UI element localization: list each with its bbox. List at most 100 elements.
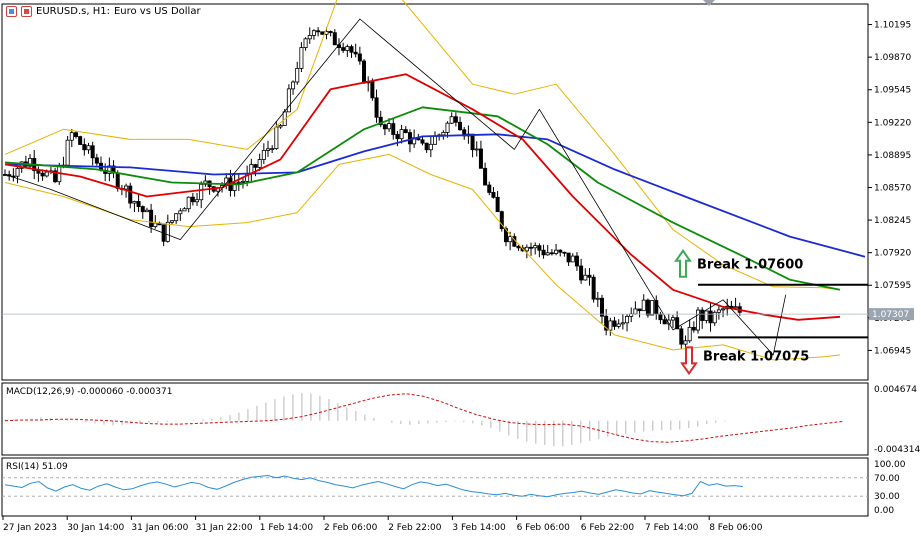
candle-body: [257, 159, 262, 168]
macd-signal-line: [4, 393, 844, 443]
candle-body: [687, 326, 692, 342]
candle-body: [474, 148, 479, 151]
candle-body: [533, 245, 538, 249]
candle-body: [332, 32, 337, 46]
candle-body: [261, 149, 266, 160]
candle-body: [328, 31, 333, 34]
candle-body: [291, 81, 296, 90]
candle-body: [670, 317, 675, 321]
time-tick-label: 31 Jan 22:00: [196, 523, 253, 533]
time-tick-label: 6 Feb 06:00: [517, 523, 571, 533]
candle-body: [516, 245, 521, 249]
macd-axis-label: 0.004674: [874, 385, 917, 395]
candle-body: [195, 199, 200, 203]
candle-body: [574, 255, 579, 267]
candle-body: [562, 251, 567, 254]
candle-body: [73, 132, 78, 137]
time-tick-label: 7 Feb 14:00: [645, 523, 699, 533]
candle-body: [579, 265, 584, 281]
time-tick-label: 3 Feb 14:00: [452, 523, 506, 533]
candle-body: [595, 297, 600, 300]
candle-body: [395, 134, 400, 140]
price-tick-label: 1.09545: [874, 86, 911, 96]
price-tick-label: 1.10195: [874, 21, 911, 31]
macd-axis-label: -0.004314: [874, 445, 920, 455]
rsi-axis-label: 100.00: [874, 460, 906, 470]
candle-body: [144, 209, 149, 213]
candle-body: [370, 81, 375, 99]
candle-body: [341, 47, 346, 51]
candle-body: [149, 209, 154, 228]
candle-body: [190, 196, 195, 203]
candle-body: [307, 35, 312, 40]
candle-body: [733, 306, 738, 309]
candle-body: [704, 310, 709, 321]
candle-body: [716, 309, 721, 313]
candle-body: [558, 249, 563, 253]
price-tick-label: 1.08895: [874, 151, 911, 161]
candle-body: [140, 206, 145, 213]
candle-body: [90, 145, 95, 159]
scroll-marker-icon: [703, 0, 715, 6]
candle-body: [174, 213, 179, 222]
candle-body: [529, 246, 534, 249]
candle-body: [591, 276, 596, 300]
candle-body: [299, 47, 304, 69]
time-tick-label: 31 Jan 06:00: [131, 523, 188, 533]
candle-body: [86, 145, 91, 151]
price-tick-label: 1.09220: [874, 118, 911, 128]
candle-body: [186, 196, 191, 210]
price-tick-label: 1.08245: [874, 216, 911, 226]
candle-body: [124, 185, 129, 190]
candle-body: [182, 208, 187, 212]
candle-body: [169, 220, 174, 223]
candle-body: [15, 167, 20, 177]
candle-body: [316, 30, 321, 33]
candle-body: [403, 129, 408, 133]
candle-body: [721, 308, 726, 311]
time-tick-label: 1 Feb 14:00: [260, 523, 314, 533]
candle-body: [612, 320, 617, 327]
rsi-axis-label: 70.00: [874, 474, 900, 484]
break-level-label: Break 1.07075: [703, 349, 809, 364]
candle-body: [524, 246, 529, 252]
candle-body: [658, 313, 663, 321]
time-tick-label: 6 Feb 22:00: [581, 523, 635, 533]
candle-body: [357, 53, 362, 62]
rsi-axis-label: 30.00: [874, 492, 900, 502]
time-tick-label: 2 Feb 22:00: [388, 523, 442, 533]
rsi-axis-label: 0.00: [874, 506, 894, 516]
candle-body: [270, 148, 275, 150]
candle-body: [641, 299, 646, 312]
candle-body: [320, 31, 325, 35]
candle-body: [136, 201, 141, 207]
candle-body: [587, 274, 592, 278]
candle-body: [387, 123, 392, 130]
candle-body: [549, 252, 554, 255]
candle-body: [374, 97, 379, 118]
rsi-pane-frame: [1, 457, 869, 517]
candle-body: [236, 181, 241, 184]
candle-body: [165, 221, 170, 242]
candle-body: [478, 148, 483, 169]
candle-body: [311, 30, 316, 36]
candle-body: [266, 148, 271, 151]
candle-body: [432, 135, 437, 145]
candle-body: [453, 116, 458, 123]
time-axis: 27 Jan 2023 30 Jan 14:00 31 Jan 06:00 31 Ja…: [2, 516, 763, 533]
candle-body: [65, 139, 70, 166]
price-tick-label: 1.06945: [874, 346, 911, 356]
candle-body: [128, 185, 133, 204]
candle-body: [570, 255, 575, 263]
candle-body: [541, 249, 546, 256]
candle-body: [650, 300, 655, 316]
current-price-label: 1.07307: [872, 310, 909, 320]
candle-body: [508, 236, 513, 243]
arrow-up-icon: [674, 249, 692, 278]
candle-body: [424, 142, 429, 151]
candle-body: [178, 210, 183, 215]
trading-chart[interactable]: 1.10195 1.09870 1.09545 1.09220 1.08895 1.085…: [0, 0, 921, 538]
candle-body: [199, 183, 204, 201]
candle-body: [491, 192, 496, 198]
price-tick-label: 1.08570: [874, 183, 911, 193]
